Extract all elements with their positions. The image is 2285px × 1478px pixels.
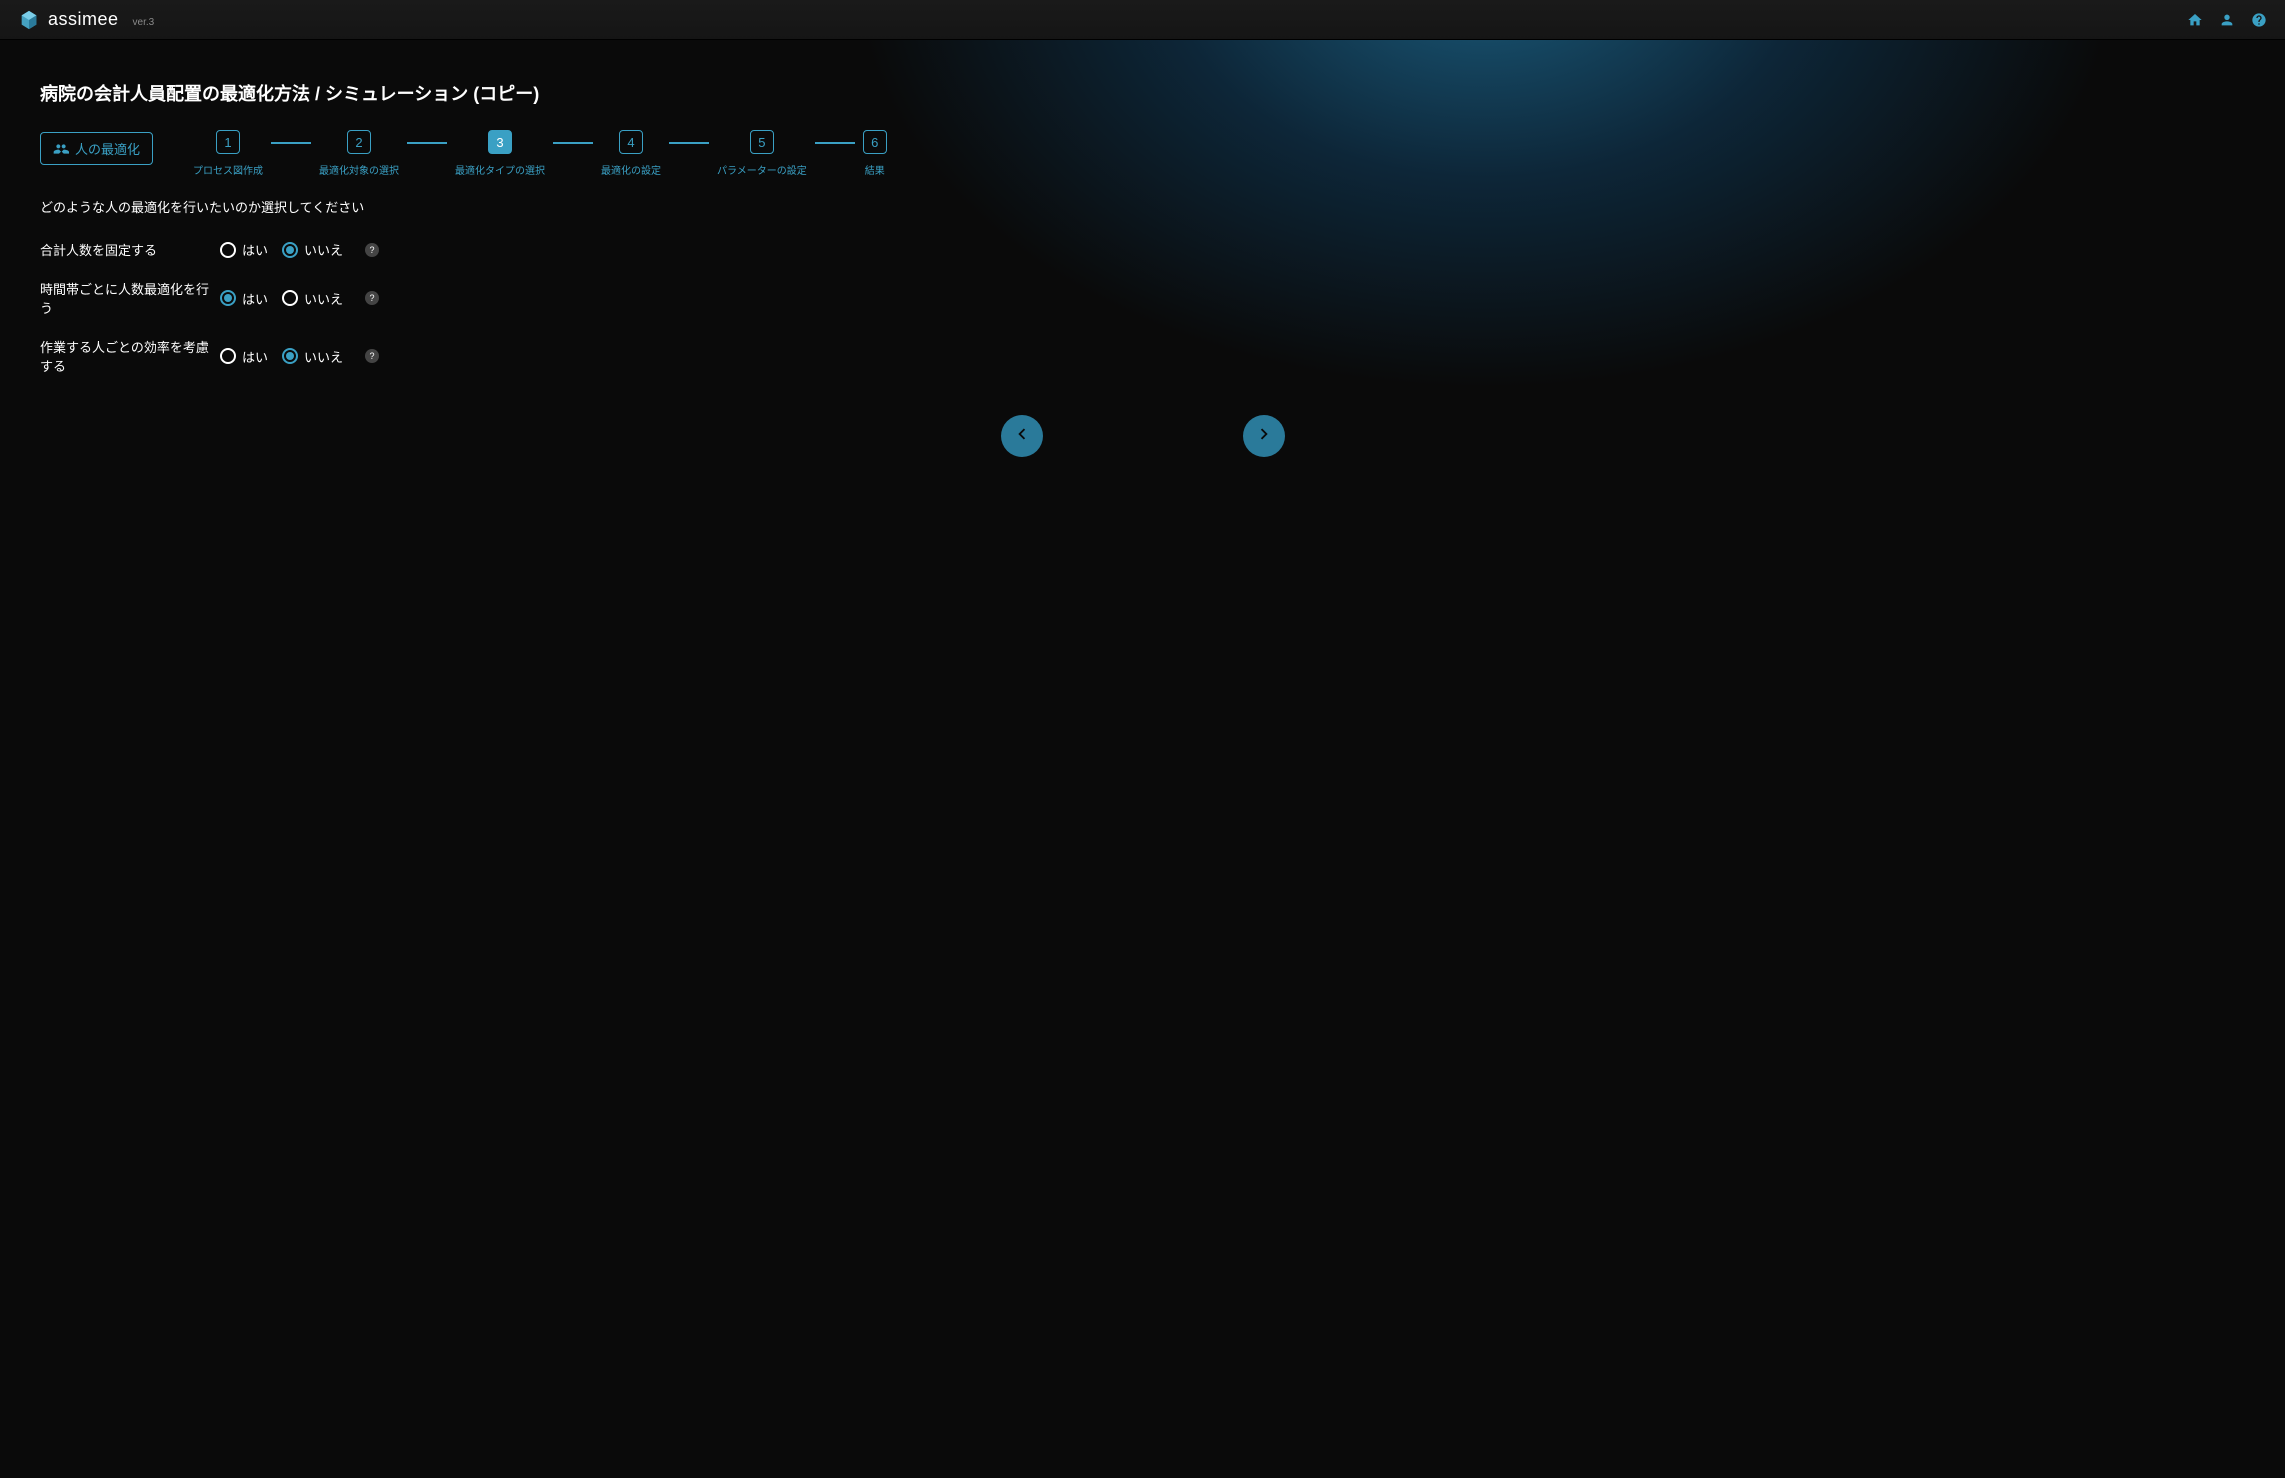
radio-yes-label: はい — [242, 347, 268, 366]
radio-yes[interactable]: はい — [220, 240, 268, 259]
chevron-left-icon — [1011, 423, 1033, 450]
radio-no[interactable]: いいえ — [282, 289, 343, 308]
option-label: 合計人数を固定する — [40, 240, 220, 259]
radio-group-efficiency: はい いいえ ? — [220, 347, 379, 366]
option-row-efficiency: 作業する人ごとの効率を考慮する はい いいえ ? — [40, 337, 2245, 375]
step-4: 4 最適化の設定 — [601, 130, 661, 177]
radio-no-label: いいえ — [304, 240, 343, 259]
version-label: ver.3 — [133, 17, 155, 28]
option-row-fixed-total: 合計人数を固定する はい いいえ ? — [40, 240, 2245, 259]
step-3-label: 最適化タイプの選択 — [455, 162, 545, 177]
step-1: 1 プロセス図作成 — [193, 130, 263, 177]
radio-no[interactable]: いいえ — [282, 347, 343, 366]
radio-circle-icon — [282, 242, 298, 258]
radio-circle-icon — [220, 290, 236, 306]
step-3: 3 最適化タイプの選択 — [455, 130, 545, 177]
step-6-box[interactable]: 6 — [863, 130, 887, 154]
step-5-box[interactable]: 5 — [750, 130, 774, 154]
step-connector — [407, 142, 447, 144]
step-connector — [271, 142, 311, 144]
help-tooltip-icon[interactable]: ? — [365, 291, 379, 305]
step-4-box[interactable]: 4 — [619, 130, 643, 154]
header-right — [2187, 12, 2267, 28]
header-left: assimee ver.3 — [18, 9, 154, 31]
radio-yes[interactable]: はい — [220, 347, 268, 366]
radio-group-fixed-total: はい いいえ ? — [220, 240, 379, 259]
step-connector — [553, 142, 593, 144]
radio-circle-icon — [220, 242, 236, 258]
app-name: assimee — [48, 9, 119, 30]
radio-yes-label: はい — [242, 289, 268, 308]
radio-yes[interactable]: はい — [220, 289, 268, 308]
radio-circle-icon — [282, 290, 298, 306]
home-icon[interactable] — [2187, 12, 2203, 28]
nav-buttons — [40, 415, 2245, 457]
help-icon[interactable] — [2251, 12, 2267, 28]
radio-no-label: いいえ — [304, 289, 343, 308]
step-6: 6 結果 — [863, 130, 887, 177]
radio-yes-label: はい — [242, 240, 268, 259]
step-1-box[interactable]: 1 — [216, 130, 240, 154]
prev-button[interactable] — [1001, 415, 1043, 457]
step-1-label: プロセス図作成 — [193, 162, 263, 177]
people-icon — [53, 141, 69, 157]
radio-circle-icon — [282, 348, 298, 364]
radio-no[interactable]: いいえ — [282, 240, 343, 259]
option-label: 時間帯ごとに人数最適化を行う — [40, 279, 220, 317]
radio-group-timeslot: はい いいえ ? — [220, 289, 379, 308]
radio-circle-icon — [220, 348, 236, 364]
option-row-timeslot: 時間帯ごとに人数最適化を行う はい いいえ ? — [40, 279, 2245, 317]
step-2-label: 最適化対象の選択 — [319, 162, 399, 177]
type-badge-label: 人の最適化 — [75, 139, 140, 158]
step-6-label: 結果 — [865, 162, 885, 177]
chevron-right-icon — [1253, 423, 1275, 450]
app-header: assimee ver.3 — [0, 0, 2285, 40]
step-4-label: 最適化の設定 — [601, 162, 661, 177]
next-button[interactable] — [1243, 415, 1285, 457]
instruction-text: どのような人の最適化を行いたいのか選択してください — [40, 197, 2245, 216]
step-connector — [815, 142, 855, 144]
step-2-box[interactable]: 2 — [347, 130, 371, 154]
step-5-label: パラメーターの設定 — [717, 162, 807, 177]
step-2: 2 最適化対象の選択 — [319, 130, 399, 177]
step-connector — [669, 142, 709, 144]
progress-stepper: 1 プロセス図作成 2 最適化対象の選択 3 最適化タイプの選択 4 最適化の設… — [193, 130, 887, 177]
step-5: 5 パラメーターの設定 — [717, 130, 807, 177]
optimization-type-badge[interactable]: 人の最適化 — [40, 132, 153, 165]
option-label: 作業する人ごとの効率を考慮する — [40, 337, 220, 375]
help-tooltip-icon[interactable]: ? — [365, 349, 379, 363]
page-title: 病院の会計人員配置の最適化方法 / シミュレーション (コピー) — [40, 80, 2245, 106]
user-icon[interactable] — [2219, 12, 2235, 28]
stepper-row: 人の最適化 1 プロセス図作成 2 最適化対象の選択 3 最適化タイプの選択 4… — [40, 130, 2245, 177]
main-content: 病院の会計人員配置の最適化方法 / シミュレーション (コピー) 人の最適化 1… — [0, 40, 2285, 1478]
help-tooltip-icon[interactable]: ? — [365, 243, 379, 257]
logo-cube-icon — [18, 9, 40, 31]
radio-no-label: いいえ — [304, 347, 343, 366]
step-3-box[interactable]: 3 — [488, 130, 512, 154]
app-logo[interactable]: assimee — [18, 9, 119, 31]
